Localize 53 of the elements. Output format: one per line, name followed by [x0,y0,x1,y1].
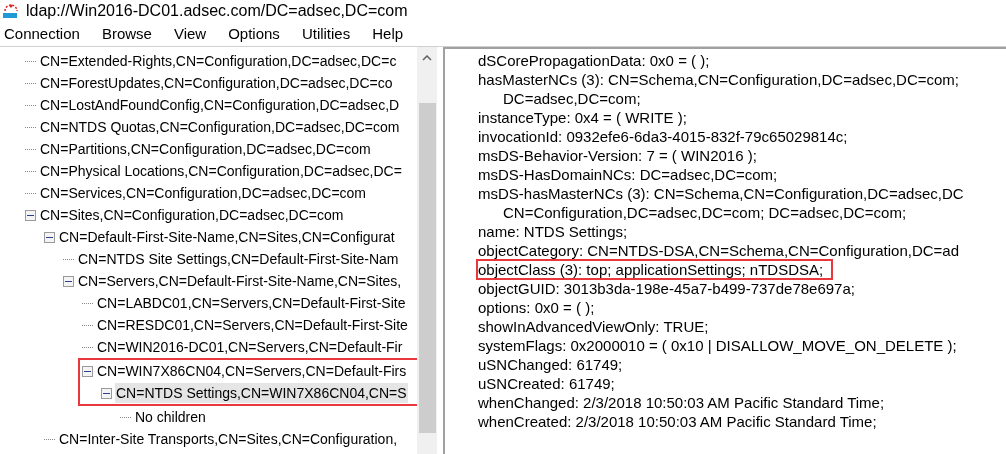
attribute-line: uSNChanged: 61749; [478,356,623,373]
tree-item[interactable]: CN=WIN2016-DC01,CN=Servers,CN=Default-Fir [96,337,404,357]
attribute-line: whenCreated: 2/3/2018 10:50:03 AM Pacific Standard Time; [478,413,877,430]
scrollbar[interactable] [417,47,437,454]
menu-item[interactable]: Browse [97,22,170,46]
attribute-line: objectGUID: 3013b3da-198e-45a7-b499-737de78e697a; [478,280,855,297]
collapse-icon[interactable] [25,209,36,221]
tree-item[interactable]: CN=NTDS Quotas,CN=Configuration,DC=adsec,DC=com [39,117,401,137]
tree-item[interactable]: CN=Partitions,CN=Configuration,DC=adsec,DC=com [39,139,372,159]
attribute-line: dSCorePropagationData: 0x0 = ( ); [478,52,710,69]
tree-item[interactable]: No children [134,407,207,427]
tree-item[interactable]: CN=NTDS Site Settings,CN=Default-First-Site-Nam [77,249,400,269]
attribute-line: hasMasterNCs (3): CN=Schema,CN=Configuration,DC=adsec,DC=com; [478,71,959,88]
collapse-icon[interactable] [101,387,112,399]
collapse-icon[interactable] [82,365,93,377]
window-title: ldap://Win2016-DC01.adsec.com/DC=adsec,DC=com [26,1,408,21]
tree-item[interactable]: CN=Services,CN=Configuration,DC=adsec,DC=com [39,183,368,203]
tree-item[interactable]: CN=Physical Locations,CN=Configuration,DC=adsec,DC= [39,161,403,181]
tree-item[interactable]: CN=WIN7X86CN04,CN=Servers,CN=Default-Firs [96,361,408,381]
app-icon [2,3,20,19]
collapse-icon[interactable] [63,275,74,287]
attribute-line: invocationId: 0932efe6-6da3-4015-832f-79c65029814c; [478,128,848,145]
scrollbar-thumb[interactable] [418,103,436,433]
scroll-up-icon[interactable] [422,55,432,61]
tree-item[interactable]: CN=Servers,CN=Default-First-Site-Name,CN=Sites, [77,271,403,291]
tree-item[interactable]: CN=LostAndFoundConfig,CN=Configuration,DC=adsec,D [39,95,401,115]
tree-item[interactable]: CN=LABDC01,CN=Servers,CN=Default-First-Site [96,293,407,313]
attribute-line: msDS-hasMasterNCs (3): CN=Schema,CN=Configuration,DC=adsec,DC [478,185,964,202]
tree-item[interactable]: CN=NTDS Settings,CN=WIN7X86CN04,CN=S [115,383,408,403]
tree-item[interactable]: CN=RESDC01,CN=Servers,CN=Default-First-Site [96,315,409,335]
tree-item[interactable]: CN=Default-First-Site-Name,CN=Sites,CN=Configurat [58,227,396,247]
menu-item[interactable]: Utilities [297,22,369,46]
menu-item[interactable]: Help [368,22,422,46]
collapse-icon[interactable] [44,231,55,243]
attribute-line: CN=Configuration,DC=adsec,DC=com; DC=adsec,DC=com; [503,204,907,221]
attribute-line: instanceType: 0x4 = ( WRITE ); [478,109,687,126]
tree-item[interactable]: CN=Sites,CN=Configuration,DC=adsec,DC=com [39,205,345,225]
attribute-line: objectCategory: CN=NTDS-DSA,CN=Schema,CN=Configuration,DC=ad [478,242,960,259]
attribute-line: msDS-HasDomainNCs: DC=adsec,DC=com; [478,166,778,183]
tree-item[interactable]: CN=Inter-Site Transports,CN=Sites,CN=Configuration, [58,429,399,449]
tree-item[interactable]: CN=ForestUpdates,CN=Configuration,DC=adsec,DC=co [39,73,394,93]
attribute-line: whenChanged: 2/3/2018 10:50:03 AM Pacific Standard Time; [478,394,885,411]
attribute-line: options: 0x0 = ( ); [478,299,595,316]
attribute-line: showInAdvancedViewOnly: TRUE; [478,318,709,335]
attribute-line: uSNCreated: 61749; [478,375,615,392]
tree-item[interactable]: CN=Extended-Rights,CN=Configuration,DC=adsec,DC=c [39,51,398,71]
menu-item[interactable]: View [169,22,225,46]
attribute-line: name: NTDS Settings; [478,223,628,240]
menu-item[interactable]: Connection [0,22,98,46]
attribute-line: systemFlags: 0x2000010 = ( 0x10 | DISALLOW_MOVE_ON_DELETE ); [478,337,957,354]
attribute-line: DC=adsec,DC=com; [503,90,641,107]
attribute-line: msDS-Behavior-Version: 7 = ( WIN2016 ); [478,147,757,164]
menu-item[interactable]: Options [224,22,298,46]
